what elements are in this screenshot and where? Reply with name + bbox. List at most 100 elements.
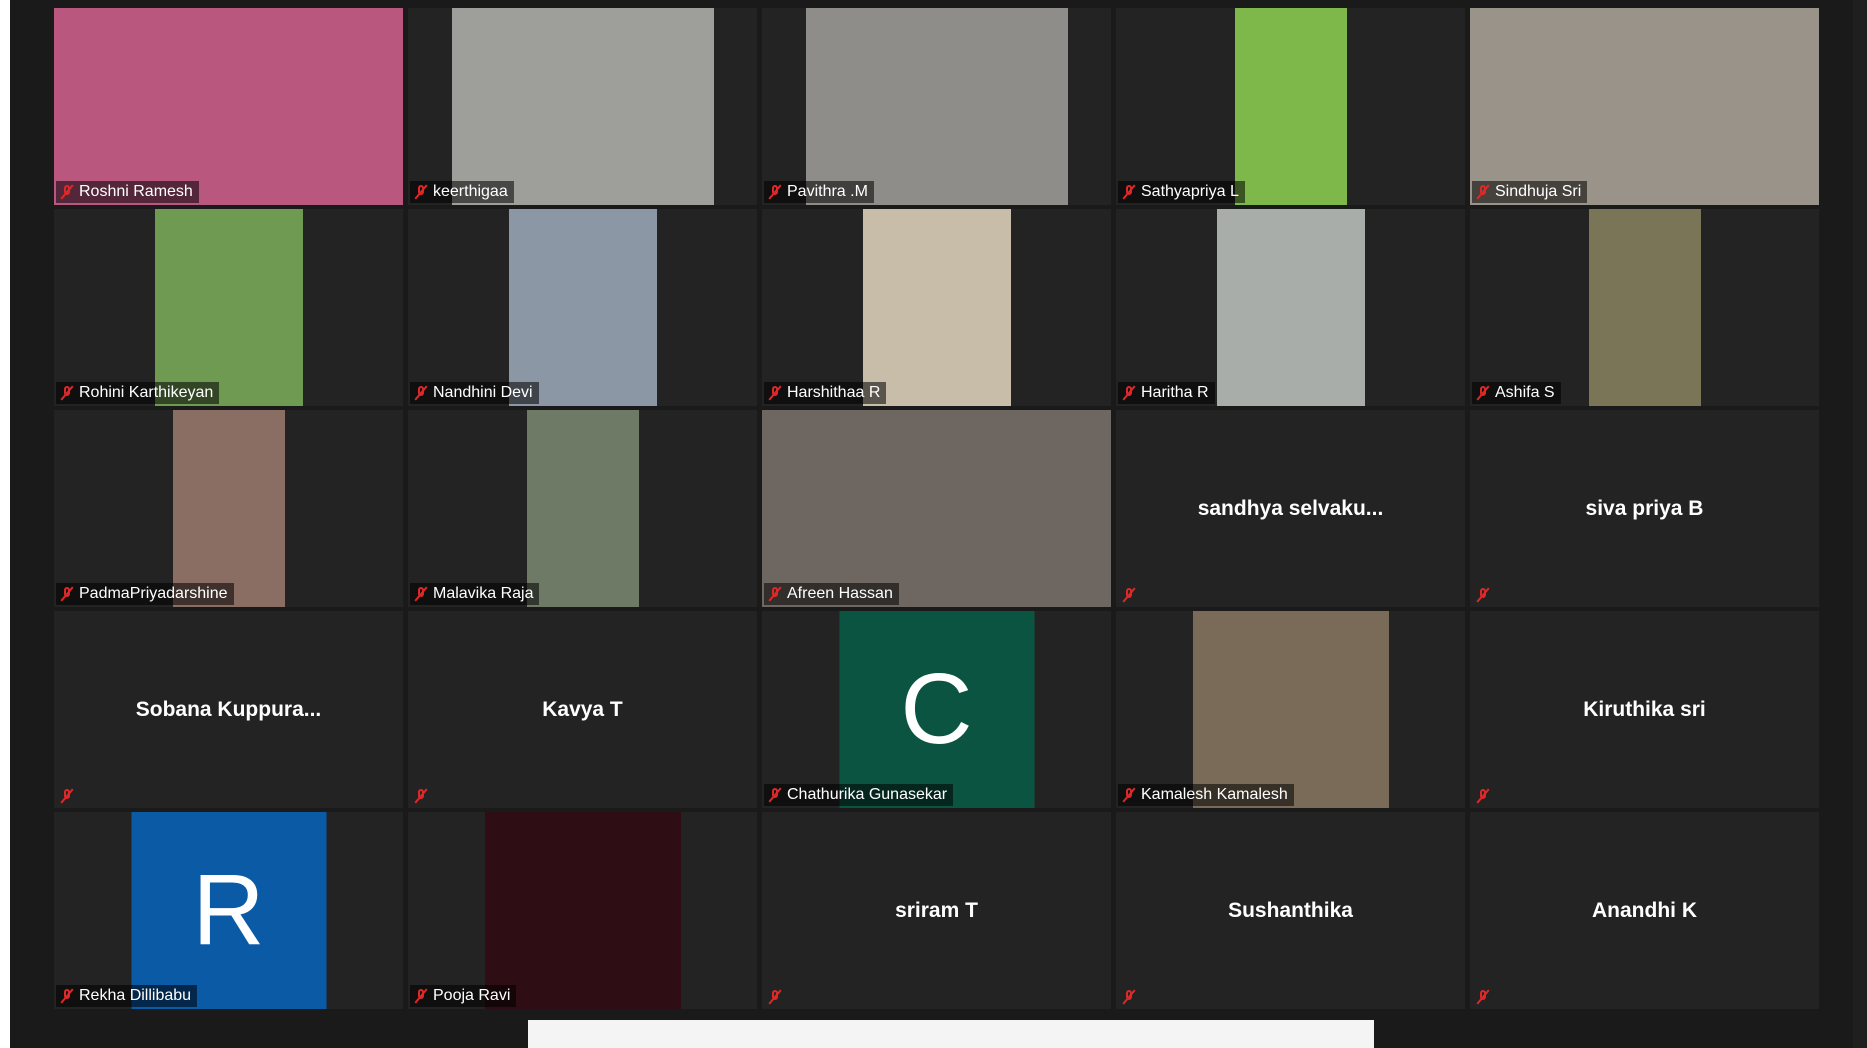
participant-display-name: siva priya B — [1585, 496, 1704, 520]
participant-tile[interactable]: Harshithaa R — [762, 209, 1111, 406]
participant-tile[interactable]: sriram T — [762, 812, 1111, 1009]
participant-tile[interactable]: keerthigaa — [408, 8, 757, 205]
participant-name-label — [1472, 585, 1494, 605]
participant-name-label — [1118, 987, 1140, 1007]
participant-name: Roshni Ramesh — [79, 183, 193, 200]
participant-name: Sathyapriya L — [1141, 183, 1239, 200]
participant-name: Malavika Raja — [433, 585, 534, 602]
participant-name-label — [1472, 786, 1494, 806]
gallery-view-grid: Roshni Ramesh keerthigaa Pavithra .M Sathya… — [54, 8, 1819, 1009]
muted-mic-icon — [768, 184, 782, 200]
muted-mic-icon — [1476, 385, 1490, 401]
muted-mic-icon — [60, 385, 74, 401]
participant-name: Nandhini Devi — [433, 384, 533, 401]
participant-tile[interactable]: Pooja Ravi — [408, 812, 757, 1009]
participant-name-label: Pooja Ravi — [410, 985, 517, 1007]
participant-video — [154, 209, 303, 406]
participant-video — [526, 410, 639, 607]
participant-name: Rekha Dillibabu — [79, 987, 192, 1004]
muted-mic-icon — [1122, 385, 1136, 401]
participant-name: Pavithra .M — [787, 183, 868, 200]
participant-video — [1216, 209, 1365, 406]
participant-tile[interactable]: sandhya selvaku... — [1116, 410, 1465, 607]
participant-name-label: Malavika Raja — [410, 583, 540, 605]
participant-video — [1588, 209, 1701, 406]
participant-name-label: Kamalesh Kamalesh — [1118, 784, 1294, 806]
muted-mic-icon — [60, 788, 74, 804]
muted-mic-icon — [414, 988, 428, 1004]
participant-name-label: Harshithaa R — [764, 382, 887, 404]
muted-mic-icon — [1122, 587, 1136, 603]
participant-tile[interactable]: Rohini Karthikeyan — [54, 209, 403, 406]
participant-tile[interactable]: Afreen Hassan — [762, 410, 1111, 607]
muted-mic-icon — [414, 385, 428, 401]
participant-tile[interactable]: Sobana Kuppura... — [54, 611, 403, 808]
participant-name-label — [764, 987, 786, 1007]
muted-mic-icon — [1122, 184, 1136, 200]
participant-tile[interactable]: Sushanthika — [1116, 812, 1465, 1009]
muted-mic-icon — [60, 988, 74, 1004]
participant-name: Harshithaa R — [787, 384, 881, 401]
participant-tile[interactable]: Haritha R — [1116, 209, 1465, 406]
participant-tile[interactable]: Roshni Ramesh — [54, 8, 403, 205]
participant-name-label: PadmaPriyadarshine — [56, 583, 234, 605]
participant-name-label — [56, 786, 78, 806]
muted-mic-icon — [768, 989, 782, 1005]
participant-display-name: Anandhi K — [1592, 898, 1697, 922]
participant-tile[interactable]: Pavithra .M — [762, 8, 1111, 205]
meeting-window: Roshni Ramesh keerthigaa Pavithra .M Sathya… — [10, 0, 1867, 1048]
participant-name: Afreen Hassan — [787, 585, 893, 602]
muted-mic-icon — [768, 385, 782, 401]
participant-video — [172, 410, 285, 607]
participant-name: Ashifa S — [1495, 384, 1555, 401]
participant-name: PadmaPriyadarshine — [79, 585, 228, 602]
participant-tile[interactable]: Nandhini Devi — [408, 209, 757, 406]
participant-tile[interactable]: Kiruthika sri — [1470, 611, 1819, 808]
participant-video — [862, 209, 1011, 406]
muted-mic-icon — [768, 586, 782, 602]
participant-tile[interactable]: Sathyapriya L — [1116, 8, 1465, 205]
participant-name: Haritha R — [1141, 384, 1209, 401]
participant-video — [451, 8, 714, 205]
participant-video — [1234, 8, 1347, 205]
participant-name: Kamalesh Kamalesh — [1141, 786, 1288, 803]
muted-mic-icon — [1476, 184, 1490, 200]
participant-name-label: Afreen Hassan — [764, 583, 899, 605]
participant-name-label: Sathyapriya L — [1118, 181, 1245, 203]
participant-tile[interactable]: Sindhuja Sri — [1470, 8, 1819, 205]
participant-tile[interactable]: Kamalesh Kamalesh — [1116, 611, 1465, 808]
muted-mic-icon — [1122, 989, 1136, 1005]
participant-name-label: Roshni Ramesh — [56, 181, 199, 203]
muted-mic-icon — [414, 788, 428, 804]
participant-video — [805, 8, 1068, 205]
participant-name-label — [1472, 987, 1494, 1007]
scrollbar-track[interactable] — [1853, 0, 1867, 1048]
muted-mic-icon — [414, 184, 428, 200]
participant-tile[interactable]: Kavya T — [408, 611, 757, 808]
participant-tile[interactable]: Anandhi K — [1470, 812, 1819, 1009]
avatar: R — [131, 812, 326, 1009]
participant-name-label: Haritha R — [1118, 382, 1215, 404]
participant-name: keerthigaa — [433, 183, 508, 200]
participant-display-name: Kiruthika sri — [1583, 697, 1706, 721]
participant-tile[interactable]: siva priya B — [1470, 410, 1819, 607]
participant-video — [484, 812, 681, 1009]
participant-tile[interactable]: R Rekha Dillibabu — [54, 812, 403, 1009]
participant-display-name: Kavya T — [542, 697, 623, 721]
muted-mic-icon — [60, 184, 74, 200]
participant-name: Chathurika Gunasekar — [787, 786, 948, 803]
participant-tile[interactable]: Malavika Raja — [408, 410, 757, 607]
participant-tile[interactable]: C Chathurika Gunasekar — [762, 611, 1111, 808]
participant-name-label: Pavithra .M — [764, 181, 874, 203]
bottom-bar — [528, 1020, 1374, 1048]
participant-video — [1470, 8, 1819, 205]
participant-tile[interactable]: Ashifa S — [1470, 209, 1819, 406]
muted-mic-icon — [1122, 787, 1136, 803]
participant-name-label: Chathurika Gunasekar — [764, 784, 954, 806]
participant-display-name: sriram T — [895, 898, 978, 922]
participant-tile[interactable]: PadmaPriyadarshine — [54, 410, 403, 607]
participant-video — [762, 410, 1111, 607]
participant-name-label: Ashifa S — [1472, 382, 1561, 404]
participant-name-label: Rohini Karthikeyan — [56, 382, 220, 404]
participant-video — [1192, 611, 1389, 808]
